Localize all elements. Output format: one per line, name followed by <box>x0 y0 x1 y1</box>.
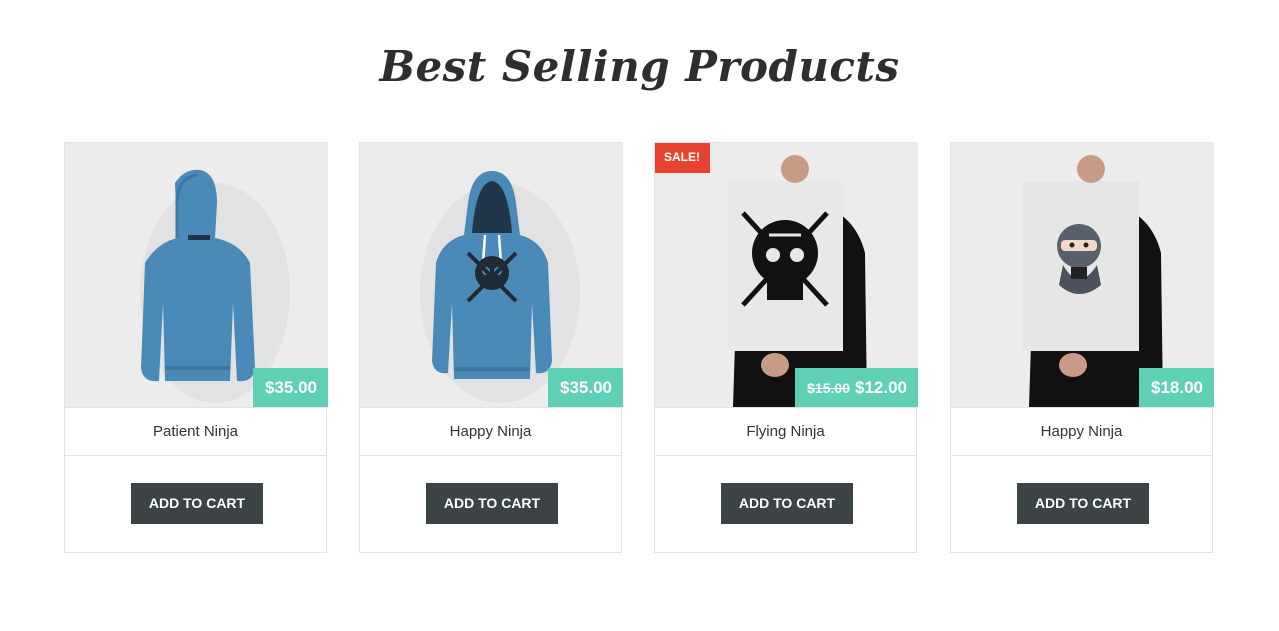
add-to-cart-button[interactable]: ADD TO CART <box>426 483 558 524</box>
sale-badge: SALE! <box>655 143 710 173</box>
product-card[interactable]: $35.00 Patient Ninja ADD TO CART <box>64 142 328 553</box>
old-price: $15.00 <box>807 380 850 396</box>
product-name[interactable]: Flying Ninja <box>655 407 916 456</box>
add-to-cart-button[interactable]: ADD TO CART <box>721 483 853 524</box>
product-image[interactable]: $35.00 <box>360 143 623 407</box>
product-card[interactable]: $35.00 Happy Ninja ADD TO CART <box>359 142 623 553</box>
product-card[interactable]: $18.00 Happy Ninja ADD TO CART <box>950 142 1214 553</box>
add-to-cart-button[interactable]: ADD TO CART <box>131 483 263 524</box>
product-name[interactable]: Patient Ninja <box>65 407 326 456</box>
current-price: $35.00 <box>265 378 317 397</box>
section-title: Best Selling Products <box>379 42 900 91</box>
product-image[interactable]: $35.00 <box>65 143 328 407</box>
add-to-cart-button[interactable]: ADD TO CART <box>1017 483 1149 524</box>
product-image[interactable]: $18.00 <box>951 143 1214 407</box>
product-name[interactable]: Happy Ninja <box>360 407 621 456</box>
price-badge: $35.00 <box>548 368 623 407</box>
price-badge: $35.00 <box>253 368 328 407</box>
product-name[interactable]: Happy Ninja <box>951 407 1212 456</box>
current-price: $35.00 <box>560 378 612 397</box>
product-image[interactable]: SALE! $15.00 $12.00 <box>655 143 918 407</box>
current-price: $12.00 <box>855 378 907 397</box>
price-badge: $18.00 <box>1139 368 1214 407</box>
current-price: $18.00 <box>1151 378 1203 397</box>
price-badge: $15.00 $12.00 <box>795 368 918 407</box>
product-card[interactable]: SALE! $15.00 $12.00 Flying Ninja ADD TO C… <box>654 142 918 553</box>
